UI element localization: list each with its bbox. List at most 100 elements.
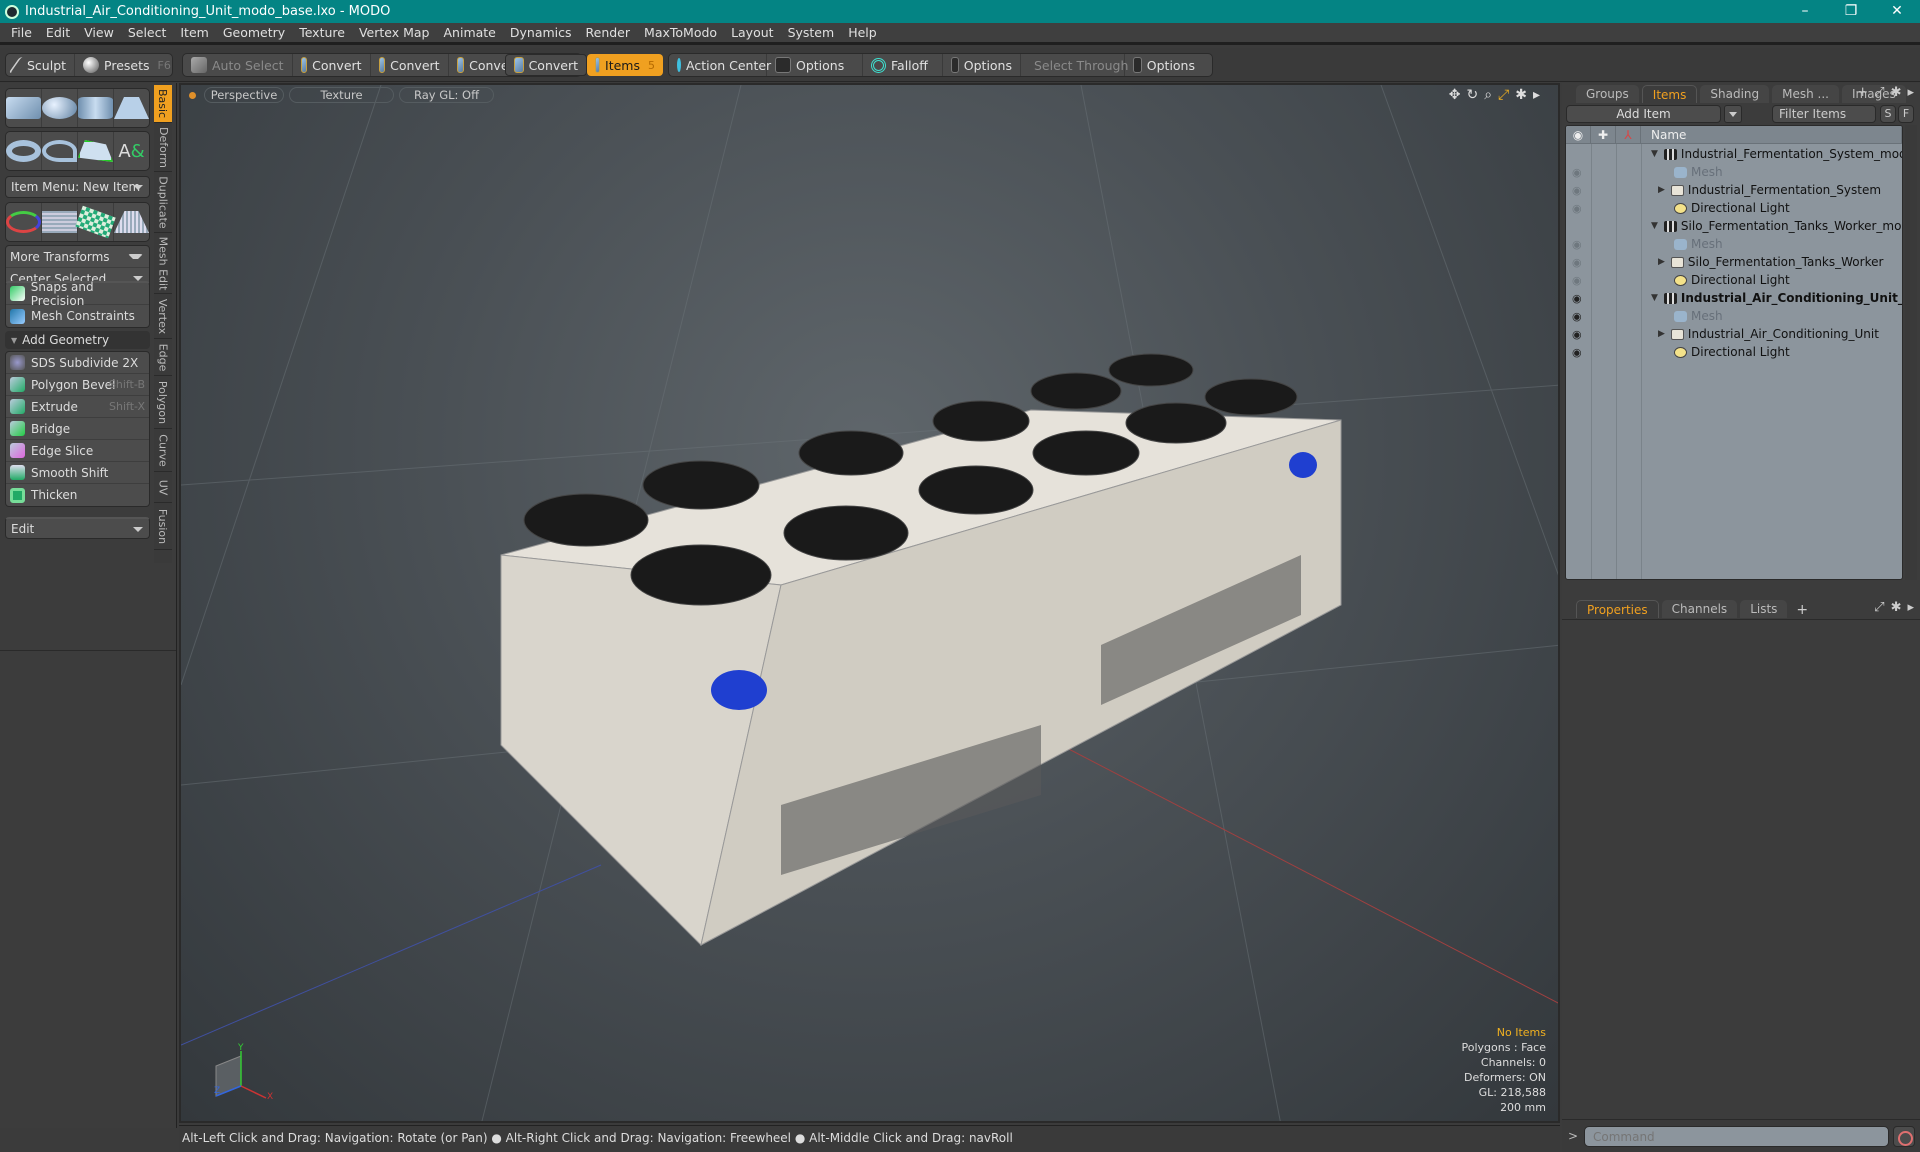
- close-button[interactable]: ✕: [1874, 0, 1920, 23]
- text-tool[interactable]: A&: [114, 132, 149, 170]
- action-center-options-button[interactable]: Options: [767, 54, 863, 76]
- add-tab-icon[interactable]: +: [1796, 602, 1808, 618]
- zoom-icon[interactable]: ⌕: [1484, 87, 1492, 103]
- gear-icon[interactable]: ✱: [1515, 87, 1527, 103]
- cone-tool[interactable]: [114, 89, 149, 127]
- visibility-eye-icon[interactable]: ◉: [1572, 274, 1586, 287]
- minimize-button[interactable]: –: [1782, 0, 1828, 23]
- tree-row[interactable]: ▼ Silo_Fermentation_Tanks_Worker_modo_b .…: [1566, 217, 1902, 235]
- presets-button[interactable]: Presets F6: [75, 54, 179, 76]
- vtab-mesh-edit[interactable]: Mesh Edit: [154, 234, 172, 294]
- pan-icon[interactable]: ✥: [1449, 87, 1461, 103]
- expand-triangle-icon[interactable]: ▶: [1658, 257, 1665, 267]
- thicken-tool[interactable]: Thicken: [6, 484, 149, 506]
- tree-row[interactable]: ◉ ▼ Industrial_Air_Conditioning_Unit_m ...: [1566, 289, 1902, 307]
- maximize-button[interactable]: ❐: [1828, 0, 1874, 23]
- add-item-button[interactable]: Add Item: [1566, 105, 1721, 123]
- tab-lists[interactable]: Lists: [1740, 600, 1788, 618]
- visibility-eye-icon[interactable]: ◉: [1572, 346, 1586, 359]
- record-macro-button[interactable]: [1893, 1126, 1915, 1147]
- menu-layout[interactable]: Layout: [724, 25, 781, 40]
- tree-row[interactable]: ◉ Directional Light: [1566, 343, 1902, 361]
- vtab-fusion[interactable]: Fusion: [154, 504, 172, 550]
- menu-help[interactable]: Help: [841, 25, 884, 40]
- smooth-shift-tool[interactable]: Smooth Shift: [6, 462, 149, 484]
- gear-icon[interactable]: ✱: [1891, 85, 1902, 100]
- tab-channels[interactable]: Channels: [1661, 600, 1738, 618]
- menu-geometry[interactable]: Geometry: [216, 25, 292, 40]
- items-mode-button[interactable]: Items 5: [587, 54, 663, 76]
- collapse-triangle-icon[interactable]: ▼: [1651, 149, 1658, 159]
- select-through-button[interactable]: Select Through: [1021, 54, 1128, 76]
- expand-triangle-icon[interactable]: ▶: [1658, 185, 1665, 195]
- visibility-eye-icon[interactable]: ◉: [1572, 238, 1586, 251]
- item-menu-dropdown[interactable]: Item Menu: New Item: [5, 176, 150, 198]
- add-tab-icon[interactable]: +: [1857, 85, 1868, 100]
- cube-tool[interactable]: [6, 89, 42, 127]
- plane-tool[interactable]: [114, 203, 149, 241]
- visibility-column-icon[interactable]: ◉: [1566, 126, 1591, 143]
- axis-column-icon[interactable]: ⅄: [1616, 126, 1641, 143]
- tab-shading[interactable]: Shading: [1700, 85, 1770, 103]
- vtab-vertex[interactable]: Vertex: [154, 295, 172, 339]
- expand-triangle-icon[interactable]: ▶: [1658, 329, 1665, 339]
- vtab-duplicate[interactable]: Duplicate: [154, 173, 172, 233]
- snaps-precision-button[interactable]: Snaps and Precision: [6, 280, 149, 308]
- capsule-tool[interactable]: [42, 132, 78, 170]
- name-column-header[interactable]: Name: [1641, 126, 1902, 143]
- vtab-edge[interactable]: Edge: [154, 340, 172, 376]
- tree-row[interactable]: ◉ Mesh: [1566, 307, 1902, 325]
- menu-item[interactable]: Item: [173, 25, 215, 40]
- visibility-eye-icon[interactable]: ◉: [1572, 328, 1586, 341]
- vtab-uv[interactable]: UV: [154, 473, 172, 503]
- menu-animate[interactable]: Animate: [437, 25, 503, 40]
- menu-view[interactable]: View: [77, 25, 121, 40]
- select-through-options-button[interactable]: Options: [1125, 54, 1203, 76]
- pen-tool[interactable]: [78, 132, 114, 170]
- lattice-tool[interactable]: [42, 203, 78, 241]
- add-item-dropdown[interactable]: [1724, 105, 1742, 123]
- maximize-panel-icon[interactable]: ⤢: [1874, 600, 1884, 615]
- falloff-options-button[interactable]: Options: [943, 54, 1021, 76]
- collapse-triangle-icon[interactable]: ▼: [1651, 221, 1658, 231]
- maximize-viewport-icon[interactable]: ⤢: [1498, 87, 1509, 103]
- convert-materials-button[interactable]: Convert: [505, 54, 587, 76]
- rotate-icon[interactable]: ↻: [1466, 87, 1478, 103]
- lock-column-icon[interactable]: ✚: [1591, 126, 1616, 143]
- more-transforms-dropdown[interactable]: More Transforms: [6, 246, 149, 268]
- tree-scrollbar[interactable]: [1905, 125, 1917, 580]
- edit-dropdown[interactable]: Edit: [5, 517, 150, 539]
- bridge-tool[interactable]: Bridge: [6, 418, 149, 440]
- uv-checker-tool[interactable]: [75, 203, 116, 241]
- tree-row[interactable]: ◉ ▶ Industrial_Fermentation_System: [1566, 181, 1902, 199]
- convert-edges-button[interactable]: Convert: [371, 54, 449, 76]
- expand-arrow-icon[interactable]: ▸: [1533, 87, 1540, 103]
- torus-tool[interactable]: [6, 132, 42, 170]
- menu-select[interactable]: Select: [121, 25, 174, 40]
- menu-maxtomodo[interactable]: MaxToModo: [637, 25, 724, 40]
- tree-row[interactable]: ◉ Mesh: [1566, 163, 1902, 181]
- menu-file[interactable]: File: [4, 25, 39, 40]
- expand-arrow-icon[interactable]: ▸: [1907, 600, 1914, 615]
- menu-render[interactable]: Render: [579, 25, 638, 40]
- expand-arrow-icon[interactable]: ▸: [1907, 85, 1914, 100]
- mesh-constraints-button[interactable]: Mesh Constraints: [6, 305, 149, 327]
- tab-mesh[interactable]: Mesh ...: [1772, 85, 1839, 103]
- visibility-eye-icon[interactable]: ◉: [1572, 166, 1586, 179]
- tab-groups[interactable]: Groups: [1576, 85, 1639, 103]
- tab-properties[interactable]: Properties: [1576, 600, 1659, 618]
- sculpt-button[interactable]: Sculpt: [6, 54, 76, 76]
- auto-select-button[interactable]: Auto Select: [183, 54, 293, 76]
- tree-row[interactable]: ▼ Industrial_Fermentation_System_modo_ba.…: [1566, 145, 1902, 163]
- tree-row[interactable]: ◉ Mesh: [1566, 235, 1902, 253]
- visibility-eye-icon[interactable]: ◉: [1572, 184, 1586, 197]
- raygl-button[interactable]: Ray GL: Off: [399, 87, 494, 103]
- filter-s-button[interactable]: S: [1880, 105, 1896, 123]
- vtab-curve[interactable]: Curve: [154, 430, 172, 472]
- cylinder-tool[interactable]: [78, 89, 114, 127]
- add-geometry-header[interactable]: ▼ Add Geometry: [5, 331, 150, 349]
- visibility-eye-icon[interactable]: ◉: [1572, 256, 1586, 269]
- vtab-polygon[interactable]: Polygon: [154, 377, 172, 429]
- tree-row[interactable]: ◉ Directional Light: [1566, 271, 1902, 289]
- tab-items[interactable]: Items: [1641, 85, 1698, 103]
